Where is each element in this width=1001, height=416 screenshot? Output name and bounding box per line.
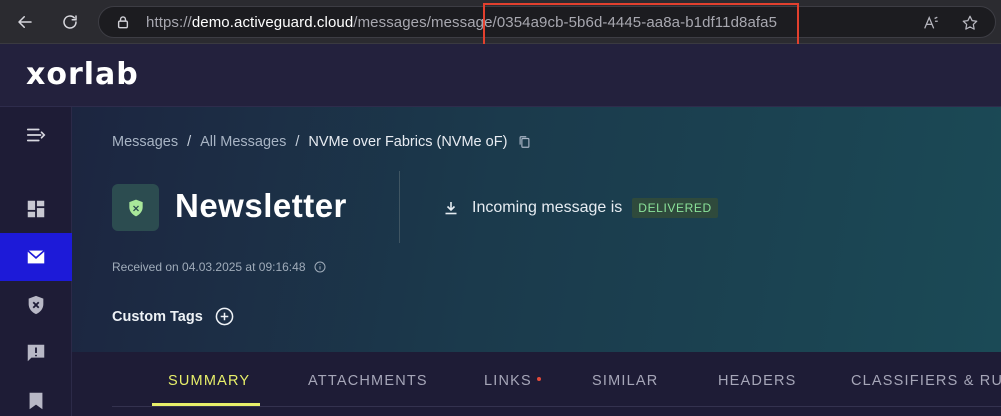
menu-collapse-icon — [26, 128, 46, 142]
header-divider — [399, 171, 400, 243]
download-icon — [445, 202, 457, 215]
tab-links[interactable]: LINKS — [484, 373, 541, 389]
back-button[interactable] — [14, 11, 36, 33]
url-host: demo.activeguard.cloud — [191, 14, 354, 31]
reload-button[interactable] — [59, 11, 81, 33]
url-path: /messages/message/ — [353, 14, 497, 31]
status-badge: DELIVERED — [632, 198, 718, 218]
sidebar-item-messages[interactable] — [0, 233, 72, 281]
tab-attachments[interactable]: ATTACHMENTS — [308, 373, 428, 389]
incoming-status: Incoming message is DELIVERED — [444, 198, 718, 218]
breadcrumb-current: NVMe over Fabrics (NVMe oF) — [308, 134, 508, 150]
star-icon[interactable] — [961, 14, 979, 32]
tab-summary[interactable]: SUMMARY — [168, 373, 250, 389]
custom-tags-label: Custom Tags — [112, 308, 203, 325]
tab-headers[interactable]: HEADERS — [718, 373, 797, 389]
breadcrumb-separator: / — [295, 134, 300, 150]
read-aloud-icon[interactable] — [922, 14, 940, 32]
tab-links-label: LINKS — [484, 373, 532, 389]
breadcrumb: Messages / All Messages / NVMe over Fabr… — [112, 134, 531, 150]
arrow-left-icon — [18, 16, 32, 28]
address-bar[interactable]: https://demo.activeguard.cloud/messages/… — [98, 6, 996, 38]
dashboard-icon — [27, 200, 45, 218]
sidebar — [0, 107, 72, 416]
message-type-badge — [112, 184, 159, 231]
mail-icon — [27, 249, 45, 264]
add-tag-icon[interactable] — [215, 307, 234, 326]
message-title: Newsletter — [175, 187, 347, 224]
breadcrumb-all-messages[interactable]: All Messages — [200, 134, 286, 150]
url-text: https://demo.activeguard.cloud/messages/… — [146, 14, 777, 31]
tab-classifiers-rules[interactable]: CLASSIFIERS & RULES — [851, 373, 1001, 389]
browser-toolbar: https://demo.activeguard.cloud/messages/… — [0, 0, 1001, 44]
sidebar-item-dashboard[interactable] — [0, 185, 72, 233]
xorlab-logo[interactable]: xorlab — [26, 57, 139, 92]
breadcrumb-separator: / — [187, 134, 192, 150]
message-tabs: SUMMARY ATTACHMENTS LINKS SIMILAR HEADER… — [72, 352, 1001, 416]
info-icon[interactable] — [314, 261, 326, 273]
breadcrumb-messages[interactable]: Messages — [112, 134, 178, 150]
received-text: Received on 04.03.2025 at 09:16:48 — [112, 260, 306, 274]
url-scheme: https:// — [146, 14, 192, 31]
sidebar-item-bookmarks[interactable] — [0, 377, 72, 416]
sidebar-item-menu[interactable] — [0, 111, 72, 159]
copy-icon[interactable] — [518, 135, 531, 149]
bookmark-icon — [29, 392, 43, 410]
app-header: xorlab — [0, 44, 1001, 107]
tab-similar[interactable]: SIMILAR — [592, 373, 658, 389]
links-indicator-dot — [536, 377, 541, 382]
url-id: 0354a9cb-5b6d-4445-aa8a-b1df11d8afa5 — [496, 14, 778, 31]
incoming-label: Incoming message is — [472, 199, 623, 216]
feedback-icon — [27, 344, 45, 362]
active-tab-underline — [152, 403, 260, 406]
tabs-baseline — [112, 406, 1001, 407]
shield-check-icon — [128, 199, 143, 216]
custom-tags: Custom Tags — [112, 307, 234, 326]
received-date: Received on 04.03.2025 at 09:16:48 — [112, 260, 326, 274]
lock-icon — [117, 16, 129, 29]
message-header-panel: Messages / All Messages / NVMe over Fabr… — [72, 107, 1001, 352]
sidebar-item-feedback[interactable] — [0, 329, 72, 377]
reload-icon — [63, 15, 77, 29]
sidebar-item-threats[interactable] — [0, 281, 72, 329]
shield-x-icon — [28, 295, 44, 315]
